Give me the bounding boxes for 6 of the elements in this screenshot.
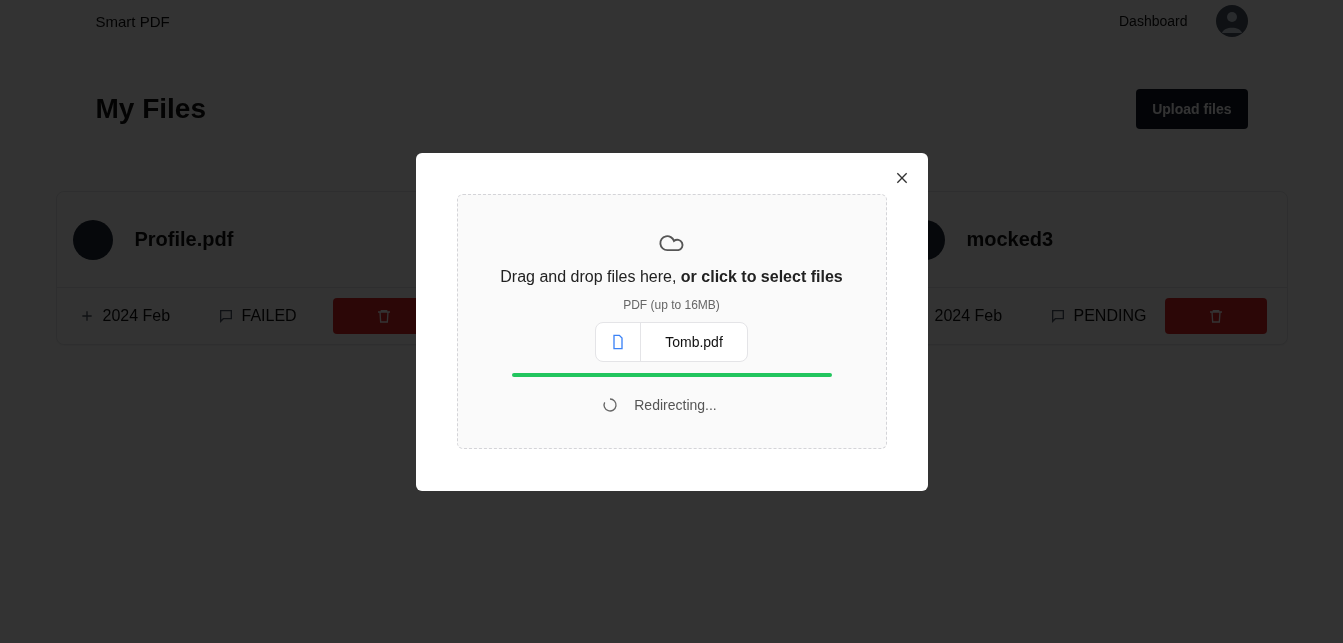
selected-file-name: Tomb.pdf bbox=[664, 332, 724, 352]
status-text: Redirecting... bbox=[634, 396, 717, 413]
dropzone[interactable]: Drag and drop files here, or click to select files PDF (up to 16MB) Tomb.pdf Redirecting... bbox=[456, 193, 887, 449]
dropzone-prompt: Drag and drop files here, or click to select files bbox=[500, 267, 843, 286]
file-hint: PDF (up to 16MB) bbox=[623, 297, 720, 312]
spinner-icon bbox=[602, 396, 619, 413]
